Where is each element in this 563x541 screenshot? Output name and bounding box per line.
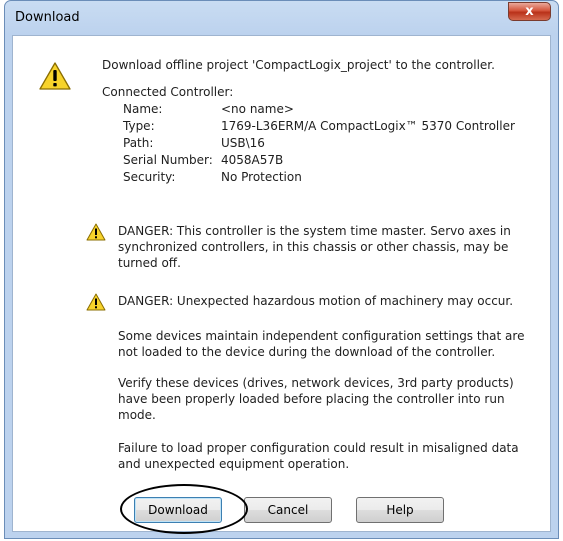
controller-name-row: Name: <no name> [123,101,515,118]
danger-hazardous-motion: DANGER: Unexpected hazardous motion of m… [118,294,514,308]
name-value: <no name> [221,102,294,116]
title-bar[interactable]: Download x [5,1,558,35]
controller-type-row: Type: 1769-L36ERM/A CompactLogix™ 5370 Co… [123,118,515,135]
para1-line1: Some devices maintain independent config… [118,329,525,343]
dialog-body: Download offline project 'CompactLogix_p… [12,35,551,534]
verify-devices-note: Verify these devices (drives, network de… [118,375,514,423]
danger-time-master: DANGER: This controller is the system ti… [118,223,511,271]
controller-serial-row: Serial Number: 4058A57B [123,152,515,169]
help-button[interactable]: Help [356,497,444,523]
name-label: Name: [123,102,163,116]
controller-security-row: Security: No Protection [123,169,515,186]
connected-controller-heading: Connected Controller: [102,85,234,99]
download-dialog: Download x Download offline project 'Com… [4,0,559,539]
para2-line1: Verify these devices (drives, network de… [118,376,514,390]
para3-line2: and unexpected equipment operation. [118,457,350,471]
controller-info: Name: <no name> Type: 1769-L36ERM/A Compac… [123,101,515,186]
failure-note: Failure to load proper configuration cou… [118,440,519,472]
warning-icon-large [39,62,71,90]
warning-icon [86,223,106,241]
path-label: Path: [123,136,154,150]
path-value: USB\16 [221,136,265,150]
security-label: Security: [123,170,176,184]
danger1-line2: synchronized controllers, in this chassi… [118,240,509,254]
controller-path-row: Path: USB\16 [123,135,515,152]
cancel-button[interactable]: Cancel [244,497,332,523]
window-title: Download [15,10,80,25]
para3-line1: Failure to load proper configuration cou… [118,441,519,455]
danger1-line3: turned off. [118,256,181,270]
close-button[interactable]: x [508,2,551,21]
download-button[interactable]: Download [134,497,222,523]
serial-number-label: Serial Number: [123,153,213,167]
serial-number-value: 4058A57B [221,153,284,167]
type-label: Type: [123,119,155,133]
close-icon: x [525,4,534,19]
para2-line3: mode. [118,408,156,422]
download-message: Download offline project 'CompactLogix_p… [102,58,495,72]
para2-line2: have been properly loaded before placing… [118,392,505,406]
type-value: 1769-L36ERM/A CompactLogix™ 5370 Control… [221,119,515,133]
security-value: No Protection [221,170,302,184]
warning-icon [86,293,106,311]
para1-line2: not loaded to the device during the down… [118,345,496,359]
danger1-line1: DANGER: This controller is the system ti… [118,224,511,238]
independent-config-note: Some devices maintain independent config… [118,328,524,360]
